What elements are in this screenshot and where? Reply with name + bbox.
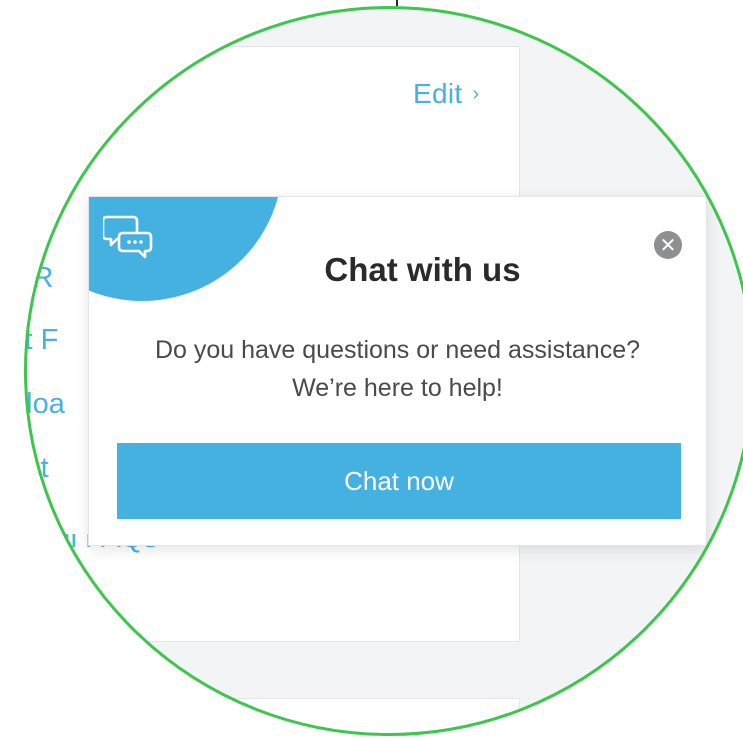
- magnified-view: Edit › ks D s R st F nloa uct cal FAQs ✕: [0, 0, 743, 738]
- popup-message: Do you have questions or need assistance…: [154, 336, 641, 402]
- background-link-2[interactable]: s R: [24, 262, 54, 295]
- background-link-5[interactable]: uct: [24, 452, 49, 485]
- chat-now-button[interactable]: Chat now: [117, 443, 681, 519]
- background-card-lower: [24, 698, 520, 736]
- background-link-1[interactable]: D: [24, 200, 31, 233]
- background-link-4[interactable]: nloa: [24, 388, 65, 421]
- edit-label: Edit: [413, 78, 463, 109]
- chevron-right-icon: ›: [472, 82, 480, 105]
- background-link-3[interactable]: st F: [24, 324, 58, 357]
- magnifier-lens: Edit › ks D s R st F nloa uct cal FAQs ✕: [24, 6, 743, 736]
- chat-popup: ✕ Chat with us Do you have questions or …: [88, 196, 707, 546]
- card-title: ks: [90, 106, 119, 138]
- edit-link[interactable]: Edit ›: [413, 78, 479, 110]
- popup-title: Chat with us: [324, 251, 521, 288]
